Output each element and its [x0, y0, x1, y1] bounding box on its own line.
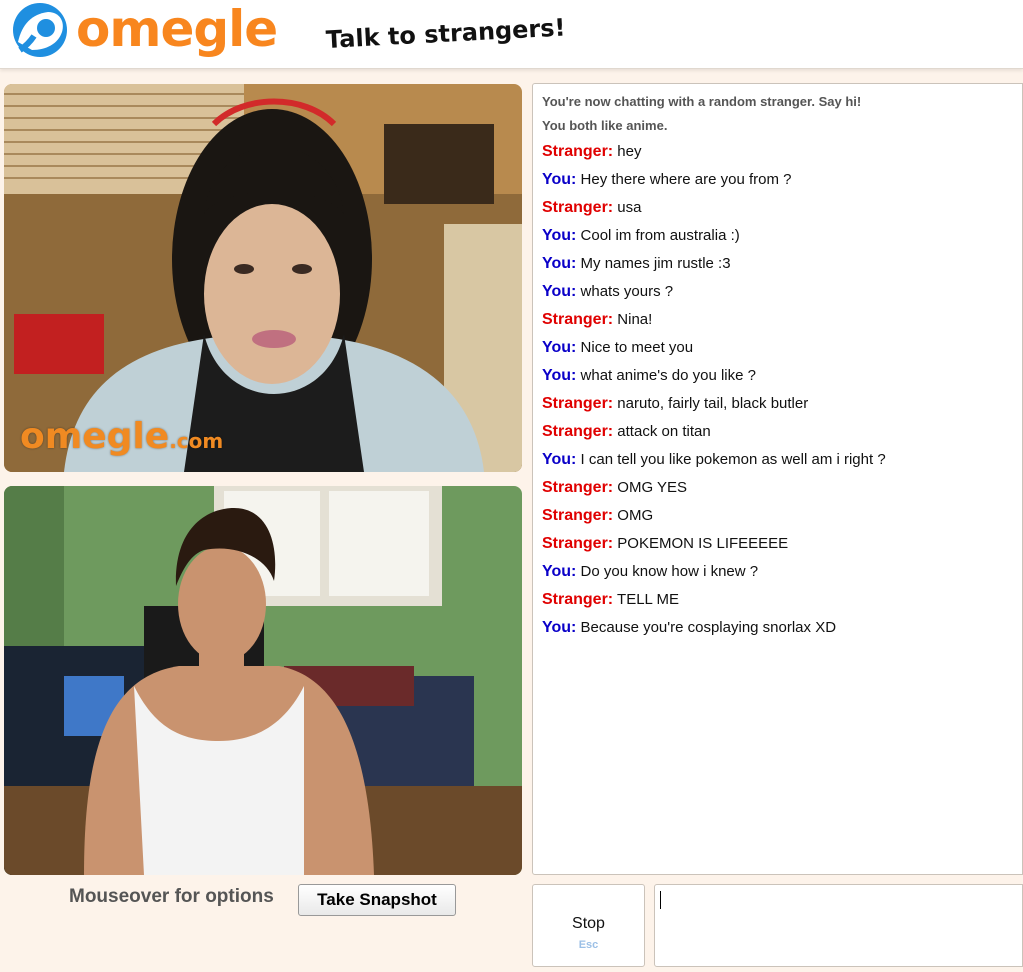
take-snapshot-button[interactable]: Take Snapshot	[298, 884, 456, 916]
system-message: You both like anime.	[542, 118, 668, 133]
stranger-video-feed	[4, 84, 522, 472]
mouseover-options-hint: Mouseover for options	[69, 886, 274, 907]
your-video[interactable]	[4, 486, 522, 875]
message-sender-label: You:	[542, 283, 577, 300]
text-caret	[660, 891, 661, 909]
message-sender-label: You:	[542, 563, 577, 580]
message-text: Nice to meet you	[580, 339, 694, 356]
chat-message: Stranger: Nina!	[542, 306, 1017, 334]
message-sender-label: You:	[542, 227, 577, 244]
message-sender-label: Stranger:	[542, 311, 614, 328]
message-text: whats yours ?	[580, 283, 674, 300]
chat-message: You: whats yours ?	[542, 278, 1017, 306]
chat-message: Stranger: attack on titan	[542, 418, 1017, 446]
stop-shortcut-hint: Esc	[578, 939, 599, 951]
message-text: hey	[617, 143, 642, 160]
chat-message: Stranger: TELL ME	[542, 586, 1017, 614]
chat-log[interactable]: You're now chatting with a random strang…	[532, 83, 1023, 875]
message-text: usa	[617, 199, 642, 216]
message-sender-label: Stranger:	[542, 143, 614, 160]
message-sender-label: Stranger:	[542, 591, 614, 608]
message-sender-label: Stranger:	[542, 479, 614, 496]
chat-message: Stranger: usa	[542, 194, 1017, 222]
message-text: naruto, fairly tail, black butler	[617, 395, 809, 412]
site-logo[interactable]: omegle	[76, 0, 278, 58]
chat-message: You: what anime's do you like ?	[542, 362, 1017, 390]
message-text: Nina!	[617, 311, 653, 328]
message-text: attack on titan	[617, 423, 711, 440]
system-message: You're now chatting with a random strang…	[542, 94, 862, 109]
message-text: My names jim rustle :3	[580, 255, 731, 272]
message-text: Cool im from australia :)	[580, 227, 740, 244]
message-sender-label: You:	[542, 619, 577, 636]
site-header: omegle Talk to strangers!	[0, 0, 1023, 69]
chat-message: Stranger: POKEMON IS LIFEEEEE	[542, 530, 1017, 558]
stop-button-label: Stop	[572, 915, 605, 932]
chat-message: You: My names jim rustle :3	[542, 250, 1017, 278]
message-sender-label: Stranger:	[542, 199, 614, 216]
message-sender-label: You:	[542, 255, 577, 272]
omegle-logo-icon[interactable]	[10, 2, 70, 58]
message-text: Do you know how i knew ?	[580, 563, 759, 580]
message-sender-label: Stranger:	[542, 507, 614, 524]
chat-message: You: Because you're cosplaying snorlax X…	[542, 614, 1017, 642]
message-sender-label: Stranger:	[542, 395, 614, 412]
message-text: Because you're cosplaying snorlax XD	[580, 619, 837, 636]
omegle-watermark: omegle.com	[20, 416, 224, 457]
message-sender-label: You:	[542, 339, 577, 356]
message-text: Hey there where are you from ?	[580, 171, 792, 188]
stranger-video[interactable]: omegle.com	[4, 84, 522, 472]
chat-message: Stranger: naruto, fairly tail, black but…	[542, 390, 1017, 418]
message-text: what anime's do you like ?	[580, 367, 756, 384]
chat-message: You: Hey there where are you from ?	[542, 166, 1017, 194]
chat-message: Stranger: OMG	[542, 502, 1017, 530]
chat-message: You: Nice to meet you	[542, 334, 1017, 362]
chat-message: Stranger: hey	[542, 138, 1017, 166]
site-tagline: Talk to strangers!	[325, 13, 567, 54]
message-text: I can tell you like pokemon as well am i…	[580, 451, 886, 468]
message-sender-label: You:	[542, 367, 577, 384]
message-text: OMG	[617, 507, 654, 524]
message-text: TELL ME	[617, 591, 679, 608]
chat-message: Stranger: OMG YES	[542, 474, 1017, 502]
chat-message: You: Do you know how i knew ?	[542, 558, 1017, 586]
your-video-feed	[4, 486, 522, 875]
message-sender-label: Stranger:	[542, 535, 614, 552]
message-sender-label: Stranger:	[542, 423, 614, 440]
message-text: POKEMON IS LIFEEEEE	[617, 535, 789, 552]
message-sender-label: You:	[542, 451, 577, 468]
chat-message-input[interactable]	[654, 884, 1023, 967]
stop-button[interactable]: Stop Esc	[532, 884, 645, 967]
chat-message: You: I can tell you like pokemon as well…	[542, 446, 1017, 474]
message-text: OMG YES	[617, 479, 688, 496]
chat-message: You: Cool im from australia :)	[542, 222, 1017, 250]
chat-messages: You're now chatting with a random strang…	[542, 90, 1017, 642]
message-sender-label: You:	[542, 171, 577, 188]
